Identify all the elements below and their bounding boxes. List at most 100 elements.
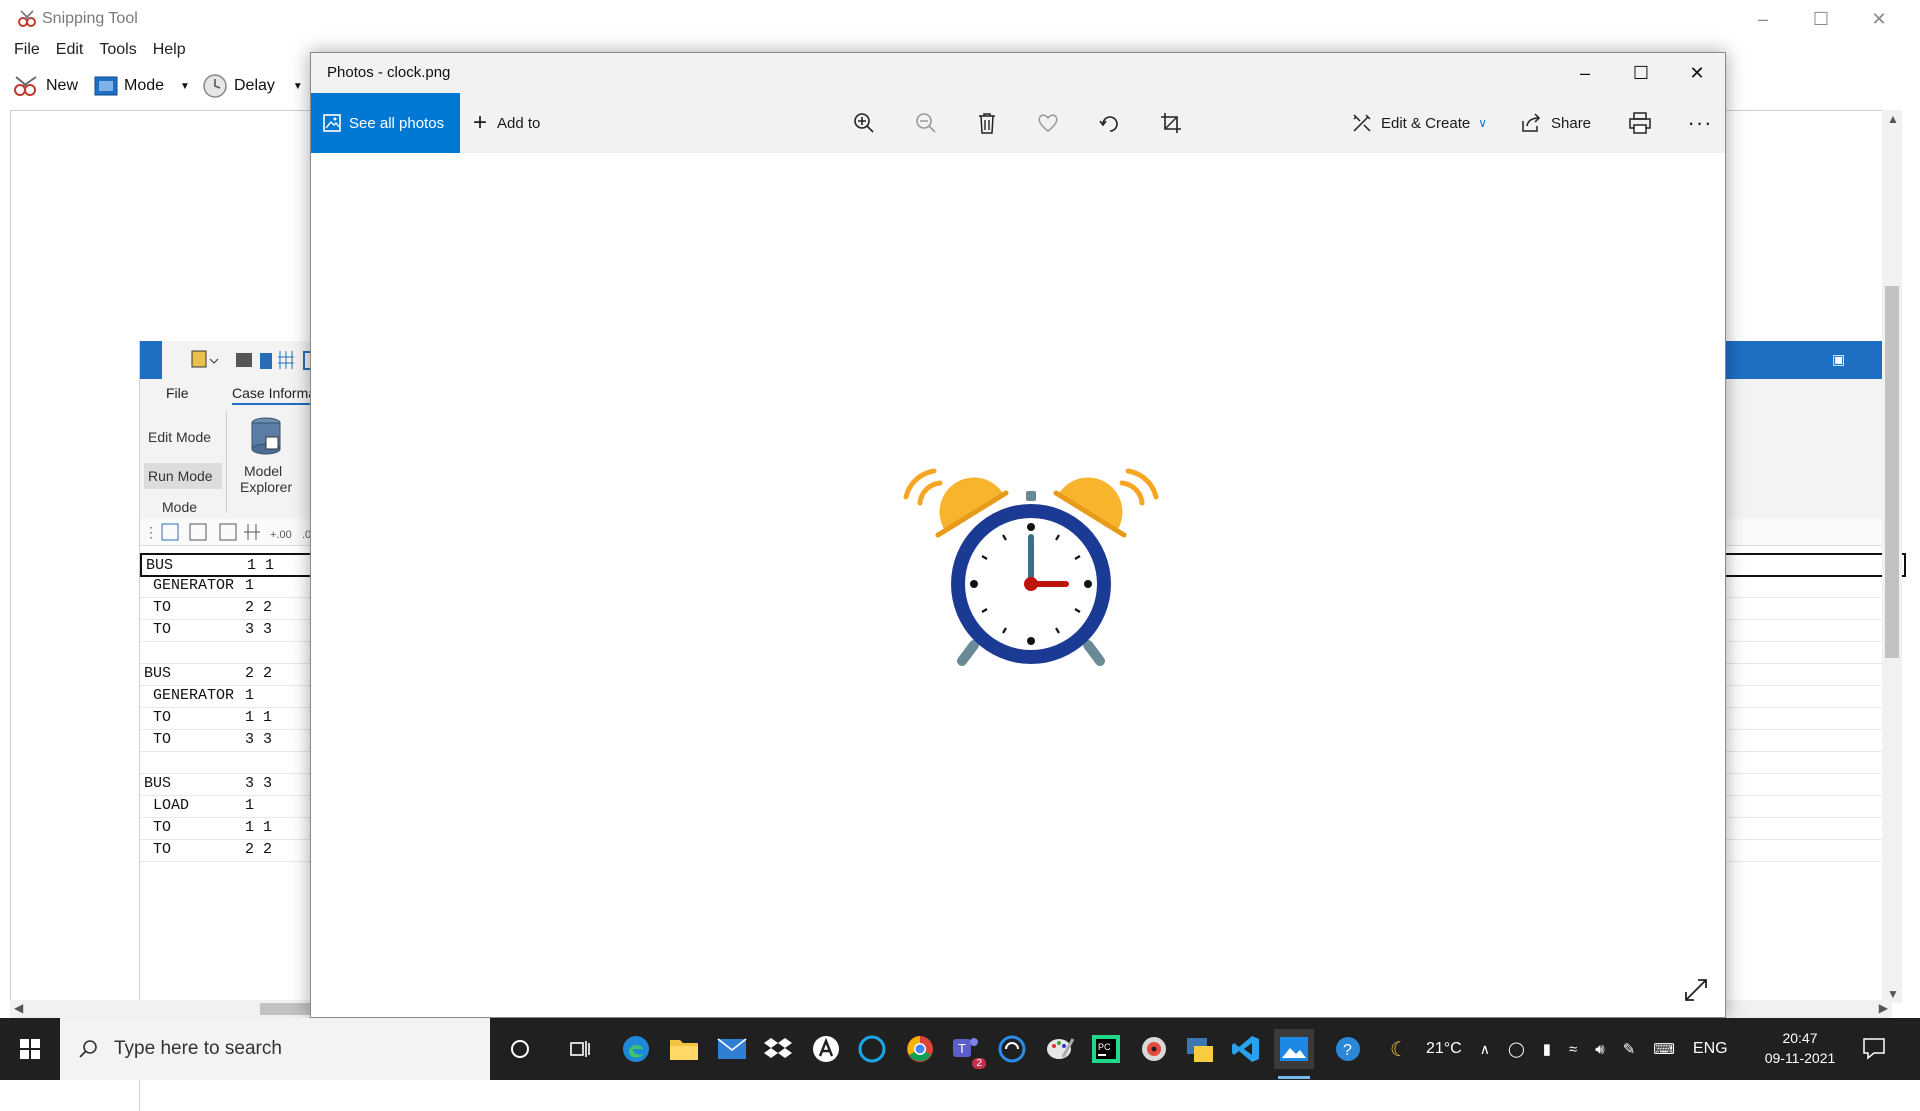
taskbar-clock[interactable]: 20:47 09-11-2021 xyxy=(1750,1028,1850,1068)
share-button[interactable]: Share xyxy=(1521,93,1591,153)
delay-button[interactable]: Delay ▼ xyxy=(202,72,303,100)
svg-text:PC: PC xyxy=(1098,1042,1111,1052)
taskbar-teams[interactable]: T 2 xyxy=(946,1029,986,1069)
snip-close-button[interactable]: ✕ xyxy=(1850,0,1908,38)
photos-maximize-button[interactable]: ☐ xyxy=(1613,53,1669,93)
add-to-label: Add to xyxy=(497,114,541,132)
zoom-out-button[interactable] xyxy=(909,107,943,139)
taskbar-file-explorer[interactable] xyxy=(664,1029,704,1069)
volume-icon[interactable]: 🔊︎ xyxy=(1595,1041,1604,1058)
delete-button[interactable] xyxy=(970,107,1004,139)
wifi-icon[interactable]: ≈ xyxy=(1569,1041,1577,1058)
mode-dropdown-icon[interactable]: ▼ xyxy=(180,81,190,92)
task-view-icon xyxy=(570,1041,590,1057)
menu-edit[interactable]: Edit xyxy=(48,38,92,64)
taskbar-search-box[interactable]: Type here to search xyxy=(60,1018,490,1080)
weather-moon-icon[interactable]: ☾ xyxy=(1390,1037,1408,1062)
scroll-down-icon[interactable]: ▼ xyxy=(1887,987,1899,1001)
snip-vertical-scrollbar[interactable]: ▲ ▼ xyxy=(1882,110,1902,1003)
menu-file[interactable]: File xyxy=(0,38,48,64)
delay-dropdown-icon[interactable]: ▼ xyxy=(293,81,303,92)
taskbar-dropbox[interactable] xyxy=(758,1029,798,1069)
windows-logo-icon xyxy=(20,1039,40,1059)
taskbar-mail[interactable] xyxy=(712,1029,752,1069)
run-mode-button[interactable]: Run Mode xyxy=(144,463,222,489)
taskbar-help[interactable]: ? xyxy=(1328,1029,1368,1069)
weather-temperature[interactable]: 21°C xyxy=(1426,1040,1462,1058)
menu-help[interactable]: Help xyxy=(145,38,194,64)
full-screen-button[interactable] xyxy=(1679,973,1713,1007)
notification-icon xyxy=(1863,1038,1885,1060)
taskbar: Type here to search T 2 PC ? ☾ 21°C ∧ ◯ … xyxy=(0,1018,1920,1080)
start-button[interactable] xyxy=(0,1018,60,1080)
crop-icon xyxy=(1161,113,1181,133)
taskbar-app-a[interactable] xyxy=(806,1029,846,1069)
photos-close-button[interactable]: ✕ xyxy=(1669,53,1725,93)
taskbar-chrome[interactable] xyxy=(900,1029,940,1069)
photos-titlebar: Photos - clock.png – ☐ ✕ xyxy=(311,53,1725,93)
add-to-button[interactable]: + Add to xyxy=(473,93,540,153)
photos-minimize-button[interactable]: – xyxy=(1557,53,1613,93)
taskbar-python[interactable] xyxy=(1180,1029,1220,1069)
share-label: Share xyxy=(1551,114,1592,132)
task-view-button[interactable] xyxy=(560,1029,600,1069)
scroll-up-icon[interactable]: ▲ xyxy=(1887,112,1899,126)
favorite-button[interactable] xyxy=(1031,107,1065,139)
zoom-in-icon xyxy=(854,113,874,133)
grid-tools-icons: ⋮ +.00 .0 xyxy=(144,523,311,541)
photos-window: Photos - clock.png – ☐ ✕ See all photos … xyxy=(310,52,1726,1018)
mode-rectangle-icon xyxy=(94,76,118,96)
search-placeholder: Type here to search xyxy=(114,1038,282,1059)
edit-create-icon xyxy=(1353,114,1371,132)
taskbar-photos[interactable] xyxy=(1274,1029,1314,1079)
show-hidden-icons-chevron-icon[interactable]: ∧ xyxy=(1480,1041,1490,1058)
more-options-button[interactable]: ··· xyxy=(1683,107,1717,139)
crop-button[interactable] xyxy=(1154,107,1188,139)
clock-date: 09-11-2021 xyxy=(1764,1050,1836,1066)
edit-create-button[interactable]: Edit & Create ∨ xyxy=(1351,93,1487,153)
scroll-right-icon[interactable]: ▶ xyxy=(1879,1001,1888,1015)
menu-tools[interactable]: Tools xyxy=(91,38,144,64)
rotate-button[interactable] xyxy=(1093,107,1127,139)
print-button[interactable] xyxy=(1623,107,1657,139)
scroll-left-icon[interactable]: ◀ xyxy=(14,1001,23,1015)
taskbar-vscode[interactable] xyxy=(1226,1029,1266,1069)
see-all-photos-button[interactable]: See all photos xyxy=(311,93,460,153)
cortana-button[interactable] xyxy=(500,1029,540,1069)
taskbar-paint[interactable] xyxy=(1040,1029,1080,1069)
expand-icon xyxy=(1685,979,1707,1001)
app-a-icon xyxy=(813,1036,839,1062)
keyboard-icon[interactable]: ⌨ xyxy=(1653,1040,1675,1058)
alarm-clock-image xyxy=(903,468,1159,666)
photos-app-icon xyxy=(1280,1037,1308,1061)
taskbar-sync-app[interactable] xyxy=(992,1029,1032,1069)
language-indicator[interactable]: ENG xyxy=(1693,1040,1728,1058)
notification-center-button[interactable] xyxy=(1862,1036,1886,1065)
battery-icon[interactable]: ▮ xyxy=(1543,1040,1551,1058)
captured-tab-case-information[interactable]: Case Informat xyxy=(232,385,320,405)
zoom-in-button[interactable] xyxy=(847,107,881,139)
pycharm-icon: PC xyxy=(1092,1035,1120,1063)
model-explorer-icon[interactable] xyxy=(248,415,284,455)
taskbar-media-app[interactable] xyxy=(1134,1029,1174,1069)
new-snip-button[interactable]: New xyxy=(12,72,78,100)
svg-text:⋮: ⋮ xyxy=(144,524,158,540)
taskbar-alexa[interactable] xyxy=(852,1029,892,1069)
mode-button[interactable]: Mode ▼ xyxy=(94,72,190,100)
captured-tab-file[interactable]: File xyxy=(166,385,189,401)
taskbar-pycharm[interactable]: PC xyxy=(1086,1029,1126,1069)
camera-icon[interactable]: ◯ xyxy=(1508,1040,1525,1058)
ribbon-help-icon[interactable]: ▣ xyxy=(1832,351,1845,368)
clock-time: 20:47 xyxy=(1782,1030,1818,1046)
edit-mode-button[interactable]: Edit Mode xyxy=(148,429,211,445)
snip-window-title: Snipping Tool xyxy=(42,10,138,27)
vertical-scroll-thumb[interactable] xyxy=(1885,286,1899,658)
svg-text:+.00: +.00 xyxy=(270,529,292,541)
plus-icon: + xyxy=(473,109,488,136)
taskbar-edge[interactable] xyxy=(616,1029,656,1069)
snip-maximize-button[interactable]: ☐ xyxy=(1792,0,1850,38)
alexa-ring-icon xyxy=(858,1035,886,1063)
pen-icon[interactable]: ✎ xyxy=(1623,1040,1636,1058)
snip-minimize-button[interactable]: – xyxy=(1734,0,1792,38)
clock-delay-icon xyxy=(203,74,227,98)
